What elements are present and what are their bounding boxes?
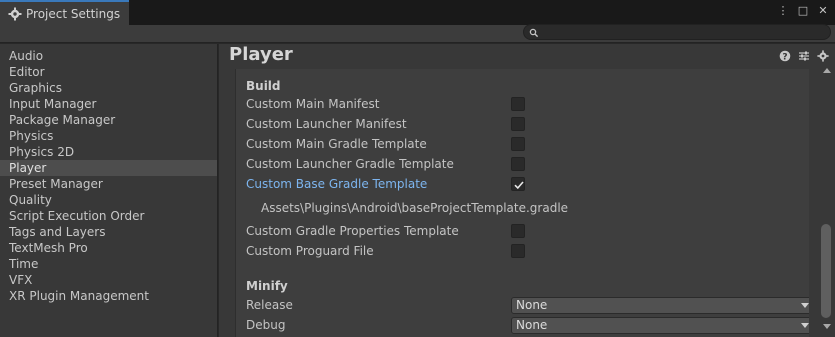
- custom-base-gradle-template-label: Custom Base Gradle Template: [246, 177, 428, 191]
- custom-main-manifest-checkbox[interactable]: [511, 97, 525, 111]
- minify-release-row: Release None: [246, 296, 809, 314]
- minify-release-label: Release: [246, 298, 293, 312]
- custom-proguard-file-label: Custom Proguard File: [246, 244, 374, 258]
- search-field[interactable]: [523, 24, 831, 40]
- tab-project-settings[interactable]: Project Settings: [0, 0, 129, 26]
- custom-main-gradle-template-checkbox[interactable]: [511, 137, 525, 151]
- custom-proguard-file-checkbox[interactable]: [511, 244, 525, 258]
- minify-debug-label: Debug: [246, 318, 286, 332]
- close-icon[interactable]: ✕: [817, 4, 829, 17]
- search-icon: [529, 27, 539, 38]
- settings-sidebar: Audio Editor Graphics Input Manager Pack…: [0, 44, 218, 337]
- sidebar-item-tags-and-layers[interactable]: Tags and Layers: [0, 224, 217, 240]
- checkmark-icon: [514, 181, 524, 190]
- custom-launcher-gradle-template-checkbox[interactable]: [511, 157, 525, 171]
- minify-debug-row: Debug None: [246, 316, 809, 334]
- custom-main-gradle-template-row: Custom Main Gradle Template: [246, 135, 806, 153]
- custom-gradle-properties-template-label: Custom Gradle Properties Template: [246, 224, 459, 238]
- more-options-icon[interactable]: ⋮: [777, 4, 789, 17]
- sidebar-item-graphics[interactable]: Graphics: [0, 80, 217, 96]
- presets-icon[interactable]: [798, 50, 810, 62]
- sidebar-item-player[interactable]: Player: [0, 160, 217, 176]
- custom-gradle-properties-template-row: Custom Gradle Properties Template: [246, 222, 806, 240]
- sidebar-item-vfx[interactable]: VFX: [0, 272, 217, 288]
- page-title: Player: [229, 44, 293, 65]
- sidebar-item-package-manager[interactable]: Package Manager: [0, 112, 217, 128]
- custom-base-gradle-template-row: Custom Base Gradle Template: [246, 175, 806, 193]
- scrollbar-thumb[interactable]: [821, 224, 831, 318]
- minify-release-value: None: [516, 298, 548, 312]
- custom-main-manifest-label: Custom Main Manifest: [246, 97, 380, 111]
- gear-icon: [8, 7, 22, 21]
- custom-launcher-gradle-template-row: Custom Launcher Gradle Template: [246, 155, 806, 173]
- window-actions: ⋮ □ ✕: [777, 4, 829, 17]
- custom-main-manifest-row: Custom Main Manifest: [246, 95, 806, 113]
- minify-debug-value: None: [516, 318, 548, 332]
- chevron-down-icon: [801, 303, 809, 308]
- sidebar-item-textmesh-pro[interactable]: TextMesh Pro: [0, 240, 217, 256]
- minify-debug-dropdown[interactable]: None: [511, 317, 809, 334]
- sidebar-item-xr-plugin-management[interactable]: XR Plugin Management: [0, 288, 217, 304]
- sidebar-item-physics[interactable]: Physics: [0, 128, 217, 144]
- custom-launcher-manifest-checkbox[interactable]: [511, 117, 525, 131]
- custom-launcher-manifest-row: Custom Launcher Manifest: [246, 115, 806, 133]
- tab-title: Project Settings: [26, 7, 121, 21]
- minify-section-title: Minify: [246, 279, 288, 293]
- sidebar-item-editor[interactable]: Editor: [0, 64, 217, 80]
- sidebar-item-script-execution-order[interactable]: Script Execution Order: [0, 208, 217, 224]
- sidebar-item-input-manager[interactable]: Input Manager: [0, 96, 217, 112]
- sidebar-item-time[interactable]: Time: [0, 256, 217, 272]
- search-input[interactable]: [540, 25, 828, 39]
- player-settings-panel: Player ? Build Custom Main Manifest Cust…: [219, 44, 835, 337]
- scroll-up-arrow-icon[interactable]: [823, 68, 831, 73]
- sidebar-item-physics-2d[interactable]: Physics 2D: [0, 144, 217, 160]
- svg-text:?: ?: [782, 52, 787, 62]
- custom-proguard-file-row: Custom Proguard File: [246, 242, 806, 260]
- sidebar-item-preset-manager[interactable]: Preset Manager: [0, 176, 217, 192]
- custom-launcher-manifest-label: Custom Launcher Manifest: [246, 117, 407, 131]
- sidebar-item-audio[interactable]: Audio: [0, 48, 217, 64]
- help-icon[interactable]: ?: [779, 50, 791, 62]
- inspector-content: Build Custom Main Manifest Custom Launch…: [235, 69, 809, 337]
- custom-gradle-properties-template-checkbox[interactable]: [511, 224, 525, 238]
- chevron-down-icon: [801, 323, 809, 328]
- custom-base-gradle-template-checkbox[interactable]: [511, 177, 525, 191]
- maximize-icon[interactable]: □: [797, 4, 809, 17]
- sidebar-item-quality[interactable]: Quality: [0, 192, 217, 208]
- scroll-down-arrow-icon[interactable]: [823, 324, 831, 329]
- minify-release-dropdown[interactable]: None: [511, 297, 809, 314]
- window-tab-bar: Project Settings ⋮ □ ✕: [0, 0, 835, 26]
- header-icons: ?: [779, 50, 829, 62]
- settings-icon[interactable]: [817, 50, 829, 62]
- base-gradle-template-path: Assets\Plugins\Android\baseProjectTempla…: [261, 201, 569, 215]
- build-section-title: Build: [246, 79, 281, 93]
- custom-launcher-gradle-template-label: Custom Launcher Gradle Template: [246, 157, 454, 171]
- custom-main-gradle-template-label: Custom Main Gradle Template: [246, 137, 427, 151]
